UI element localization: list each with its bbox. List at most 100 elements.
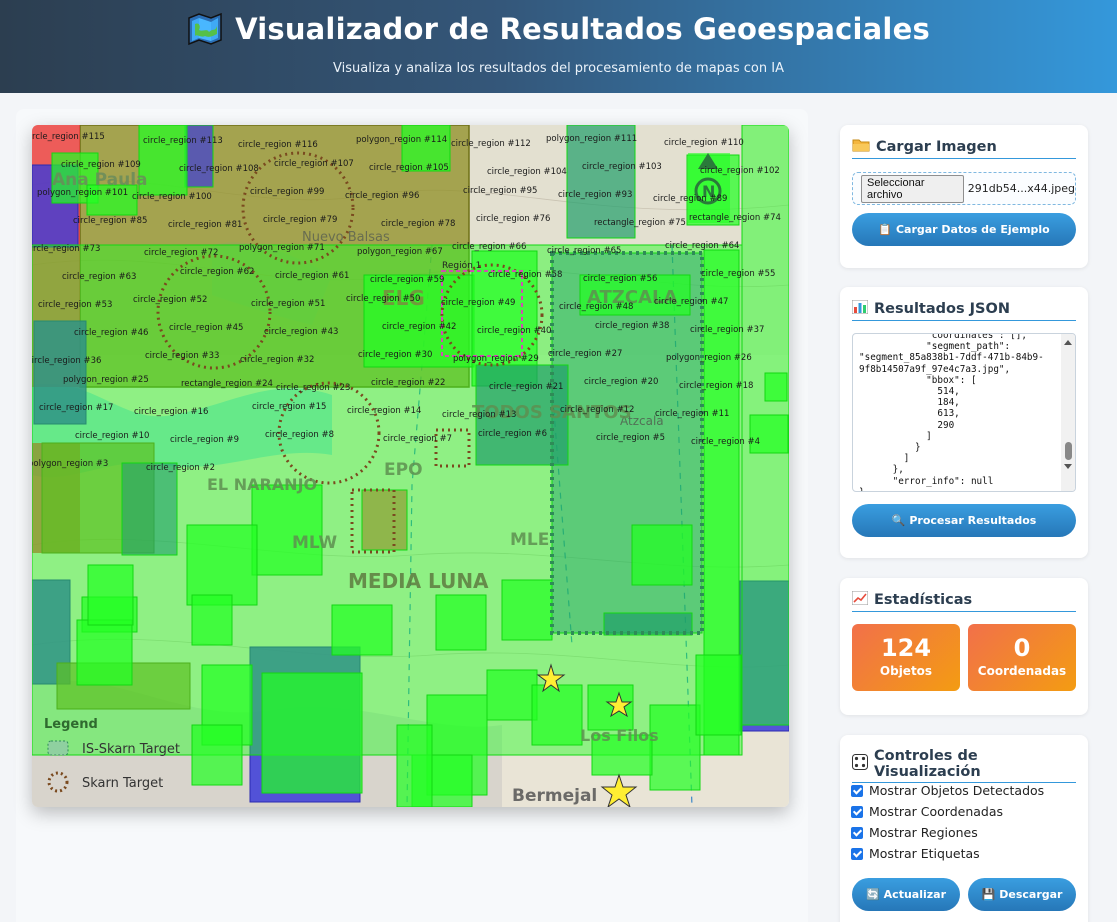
detection-label: circle_region #11: [655, 409, 729, 419]
detection-label: circle_region #20: [584, 377, 658, 387]
file-name: 291db54...x44.jpeg: [967, 182, 1075, 195]
detection-label: circle_region #46: [74, 328, 148, 338]
svg-text:Legend: Legend: [44, 717, 98, 732]
detection-label: circle_region #63: [62, 272, 136, 282]
detection-label: circle_region #64: [665, 241, 739, 251]
detection-label: circle_region #61: [275, 271, 349, 281]
detection-label: circle_region #22: [371, 378, 445, 388]
update-button[interactable]: 🔄 Actualizar: [852, 878, 960, 911]
detection-label: circle_region #58: [488, 270, 562, 280]
save-icon: 💾: [981, 888, 996, 901]
detection-label: circle_region #99: [250, 187, 324, 197]
toggle-objects[interactable]: Mostrar Objetos Detectados: [851, 783, 1044, 798]
detection-label: circle_region #89: [653, 194, 727, 204]
controls-card-title: Controles de Visualización: [852, 748, 1076, 783]
detection-label: circle_region #55: [701, 269, 775, 279]
detection-label: circle_region #112: [451, 139, 531, 149]
map-place-label: EL NARANJO: [207, 475, 317, 494]
detection-label: circle_region #79: [263, 215, 337, 225]
refresh-icon: 🔄: [865, 888, 880, 901]
detection-label: circle_region #27: [548, 349, 622, 359]
detection-label: circle_region #17: [39, 403, 113, 413]
json-textarea[interactable]: "coordinates": [], "segment_path": "segm…: [852, 333, 1076, 492]
detection-label: circle_region #32: [240, 355, 314, 365]
detection-label: circle_region #2: [146, 463, 215, 473]
detection-label: circle_region #45: [169, 323, 243, 333]
detection-label: circle_region #8: [265, 430, 334, 440]
checkbox-checked[interactable]: [851, 847, 863, 860]
load-sample-button[interactable]: 📋 Cargar Datos de Ejemplo: [852, 213, 1076, 246]
folder-icon: [852, 138, 870, 156]
map-place-label: MLE: [510, 530, 549, 550]
map-canvas[interactable]: Ana Paula Nuevo Balsas ELG ATZCALA Atzca…: [32, 125, 789, 807]
json-card-title: Resultados JSON: [851, 299, 1076, 321]
detection-label: rectangle_region #75: [594, 218, 686, 228]
file-input[interactable]: Seleccionar archivo 291db54...x44.jpeg: [852, 172, 1076, 205]
trend-chart-icon: [851, 590, 869, 609]
detection-label: circle_region #4: [691, 437, 760, 447]
detection-label: circle_region #15: [252, 402, 326, 412]
detection-label: circle_region #81: [168, 220, 242, 230]
upload-card-title: Cargar Imagen: [852, 138, 1076, 159]
detection-label: circle_region #103: [582, 162, 662, 172]
detection-label: circle_region #6: [478, 429, 547, 439]
checkbox-checked[interactable]: [851, 805, 863, 818]
map-place-label: Ana Paula: [52, 170, 148, 190]
dice-icon: [852, 754, 868, 774]
app-header: Visualizador de Resultados Geoespaciales…: [0, 0, 1117, 93]
process-results-button[interactable]: 🔍 Procesar Resultados: [852, 504, 1076, 537]
detection-label: circle_region #59: [370, 275, 444, 285]
download-button[interactable]: 💾 Descargar: [968, 878, 1076, 911]
map-place-label: MLW: [292, 533, 337, 553]
detection-label: polygon_region #67: [357, 247, 443, 257]
checkbox-checked[interactable]: [851, 826, 863, 839]
detection-label: circle_region #104: [487, 167, 567, 177]
detection-label: circle_region #66: [452, 242, 526, 252]
detection-label: circle_region #51: [251, 299, 325, 309]
page-subtitle: Visualiza y analiza los resultados del p…: [333, 61, 784, 76]
svg-text:Skarn Target: Skarn Target: [82, 776, 163, 791]
detection-label: circle_region #85: [73, 216, 147, 226]
checkbox-checked[interactable]: [851, 784, 863, 797]
detection-label: polygon_region #3: [32, 459, 108, 469]
json-card: Resultados JSON "coordinates": [], "segm…: [840, 287, 1088, 558]
detection-label: circle_region #49: [441, 298, 515, 308]
toggle-regions[interactable]: Mostrar Regiones: [851, 825, 978, 840]
detection-label: rectangle_region #24: [181, 379, 273, 389]
detection-label: circle_region #72: [144, 248, 218, 258]
svg-text:IS-Skarn Target: IS-Skarn Target: [82, 742, 180, 757]
region-1-label: Región 1: [442, 260, 481, 271]
detection-label: circle_region #40: [477, 326, 551, 336]
detection-label: circle_region #38: [595, 321, 669, 331]
detection-label: circle_region #105: [369, 163, 449, 173]
toggle-coordinates[interactable]: Mostrar Coordenadas: [851, 804, 1003, 819]
detection-label: circle_region #50: [346, 294, 420, 304]
detection-label: circle_region #5: [596, 433, 665, 443]
detection-label: circle_region #30: [358, 350, 432, 360]
detection-label: circle_region #9: [170, 435, 239, 445]
detection-label: polygon_region #114: [356, 135, 447, 145]
detection-label: circle_region #43: [264, 327, 338, 337]
detection-label: rectangle_region #74: [689, 213, 781, 223]
detection-label: circle_region #108: [179, 164, 259, 174]
detection-label: circle_region #21: [489, 382, 563, 392]
detection-label: circle_region #62: [180, 267, 254, 277]
detection-label: circle_region #115: [32, 132, 105, 142]
detection-label: circle_region #48: [559, 302, 633, 312]
detection-label: circle_region #7: [383, 434, 452, 444]
world-map-icon: [187, 12, 223, 46]
objects-stat: 124 Objetos: [852, 624, 960, 691]
detection-label: polygon_region #29: [453, 354, 539, 364]
detection-label: circle_region #47: [654, 297, 728, 307]
detection-label: circle_region #36: [32, 356, 101, 366]
toggle-labels[interactable]: Mostrar Etiquetas: [851, 846, 980, 861]
detection-label: circle_region #23: [276, 383, 350, 393]
choose-file-button[interactable]: Seleccionar archivo: [861, 174, 964, 203]
detection-label: circle_region #13: [442, 410, 516, 420]
detection-label: circle_region #16: [134, 407, 208, 417]
detection-label: circle_region #95: [463, 186, 537, 196]
bar-chart-icon: [851, 299, 869, 318]
detection-label: polygon_region #101: [37, 188, 128, 198]
json-scrollbar[interactable]: [1061, 334, 1075, 491]
detection-label: circle_region #116: [238, 140, 318, 150]
